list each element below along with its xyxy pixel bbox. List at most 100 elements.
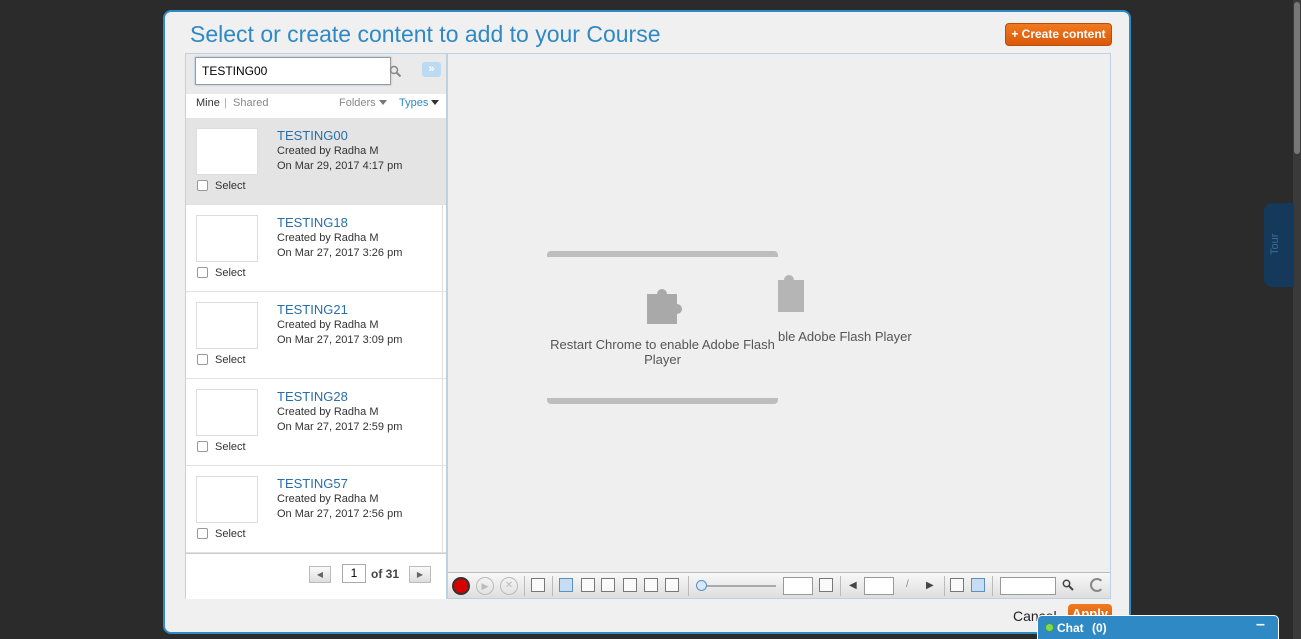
two-page-view-icon[interactable] — [581, 578, 595, 592]
content-title-link[interactable]: TESTING28 — [277, 389, 348, 404]
record-icon[interactable] — [452, 577, 470, 595]
single-page-view-icon[interactable] — [559, 578, 573, 592]
rotate-icon[interactable] — [665, 578, 679, 592]
search-field[interactable] — [195, 57, 391, 85]
flash-message: Restart Chrome to enable Adobe Flash Pla… — [550, 337, 775, 367]
fit-width-icon[interactable] — [623, 578, 637, 592]
tab-mine[interactable]: Mine — [196, 97, 220, 109]
content-author: Created by Radha M — [277, 319, 379, 331]
prev-page-icon[interactable]: ◀ — [849, 580, 857, 591]
minimize-icon[interactable]: – — [1256, 616, 1265, 634]
viewer-toolbar: ▶ ✕ ◀ / ▶ — [448, 572, 1110, 598]
select-checkbox[interactable] — [197, 180, 208, 191]
content-author: Created by Radha M — [277, 493, 379, 505]
prev-page-button[interactable]: ◀ — [309, 566, 331, 583]
text-select-icon[interactable] — [950, 578, 964, 592]
content-thumbnail[interactable] — [196, 302, 258, 349]
content-thumbnail[interactable] — [196, 215, 258, 262]
chat-bar[interactable]: Chat (0) – — [1037, 615, 1279, 639]
page-total: of 31 — [371, 567, 400, 581]
modal-title: Select or create content to add to your … — [190, 21, 661, 47]
magnifier-icon[interactable] — [1062, 579, 1074, 591]
tour-tab[interactable]: Tour — [1264, 203, 1294, 287]
content-thumbnail[interactable] — [196, 476, 258, 523]
thumbnail-grid-icon[interactable] — [601, 578, 615, 592]
zoom-slider-handle[interactable] — [696, 580, 707, 591]
page-input[interactable] — [864, 577, 894, 595]
content-author: Created by Radha M — [277, 232, 379, 244]
types-dropdown[interactable]: Types — [399, 97, 440, 109]
next-page-button[interactable]: ▶ — [409, 566, 431, 583]
expand-icon[interactable]: » — [422, 62, 441, 77]
content-title-link[interactable]: TESTING18 — [277, 215, 348, 230]
create-content-button[interactable]: + Create content — [1005, 23, 1112, 46]
zoom-input[interactable] — [783, 577, 813, 595]
chat-count: (0) — [1092, 621, 1107, 635]
select-checkbox[interactable] — [197, 441, 208, 452]
select-checkbox[interactable] — [197, 354, 208, 365]
content-title-link[interactable]: TESTING21 — [277, 302, 348, 317]
content-thumbnail[interactable] — [196, 128, 258, 175]
toolbar-divider — [840, 576, 841, 596]
types-label: Types — [399, 97, 429, 109]
chevron-down-icon — [378, 100, 387, 105]
pagination: ◀ 1 of 31 ▶ — [186, 553, 446, 599]
select-label: Select — [215, 180, 246, 192]
select-checkbox[interactable] — [197, 267, 208, 278]
print-icon[interactable] — [531, 578, 545, 592]
toolbar-search-input[interactable] — [1000, 577, 1056, 595]
content-date: On Mar 27, 2017 3:26 pm — [277, 247, 403, 259]
zoom-slider[interactable] — [696, 585, 776, 587]
search-input[interactable] — [196, 58, 390, 84]
monitor-icon[interactable] — [819, 578, 833, 592]
toolbar-divider — [552, 576, 553, 596]
select-label: Select — [215, 441, 246, 453]
list-item[interactable]: TESTING18 Created by Radha M On Mar 27, … — [186, 205, 446, 292]
toolbar-divider — [992, 576, 993, 596]
content-select-modal: Select or create content to add to your … — [163, 10, 1131, 634]
select-label: Select — [215, 267, 246, 279]
puzzle-icon — [778, 275, 804, 312]
next-page-icon[interactable]: ▶ — [926, 580, 934, 591]
page-scrollbar[interactable] — [1293, 0, 1301, 639]
content-list-panel: » Mine | Shared Folders Types TESTING00 … — [185, 53, 447, 599]
hand-tool-icon[interactable] — [971, 578, 985, 592]
search-icon[interactable] — [389, 65, 402, 78]
flash-placeholder[interactable]: Restart Chrome to enable Adobe Flash Pla… — [547, 251, 778, 404]
puzzle-icon — [647, 289, 682, 324]
stop-icon[interactable]: ✕ — [500, 577, 518, 595]
chevron-down-icon — [431, 100, 440, 105]
select-label: Select — [215, 354, 246, 366]
content-title-link[interactable]: TESTING00 — [277, 128, 348, 143]
page-separator: / — [906, 579, 909, 590]
search-row: » — [186, 54, 446, 94]
select-label: Select — [215, 528, 246, 540]
content-title-link[interactable]: TESTING57 — [277, 476, 348, 491]
chat-label: Chat — [1057, 621, 1084, 635]
list-item[interactable]: TESTING28 Created by Radha M On Mar 27, … — [186, 379, 446, 466]
fit-height-icon[interactable] — [644, 578, 658, 592]
page-number-input[interactable]: 1 — [342, 564, 366, 583]
toolbar-divider — [524, 576, 525, 596]
content-date: On Mar 27, 2017 3:09 pm — [277, 334, 403, 346]
content-thumbnail[interactable] — [196, 389, 258, 436]
tab-separator: | — [224, 97, 227, 109]
page-scrollbar-thumb[interactable] — [1294, 2, 1300, 154]
list-item[interactable]: TESTING57 Created by Radha M On Mar 27, … — [186, 466, 446, 553]
toolbar-divider — [688, 576, 689, 596]
tab-shared[interactable]: Shared — [233, 97, 268, 109]
content-list: TESTING00 Created by Radha M On Mar 29, … — [186, 118, 446, 553]
list-item[interactable]: TESTING21 Created by Radha M On Mar 27, … — [186, 292, 446, 379]
content-preview-pane: Restart Chrome to enable Adobe Flash Pla… — [447, 53, 1111, 599]
folders-dropdown[interactable]: Folders — [339, 97, 387, 109]
spinner-icon — [1090, 578, 1104, 592]
list-item[interactable]: TESTING00 Created by Radha M On Mar 29, … — [186, 118, 446, 205]
folders-label: Folders — [339, 97, 376, 109]
content-author: Created by Radha M — [277, 406, 379, 418]
play-icon[interactable]: ▶ — [476, 577, 494, 595]
select-checkbox[interactable] — [197, 528, 208, 539]
flash-message-ghost: ble Adobe Flash Player — [778, 329, 912, 344]
content-date: On Mar 27, 2017 2:59 pm — [277, 421, 403, 433]
content-author: Created by Radha M — [277, 145, 379, 157]
tour-label: Tour — [1269, 233, 1281, 255]
